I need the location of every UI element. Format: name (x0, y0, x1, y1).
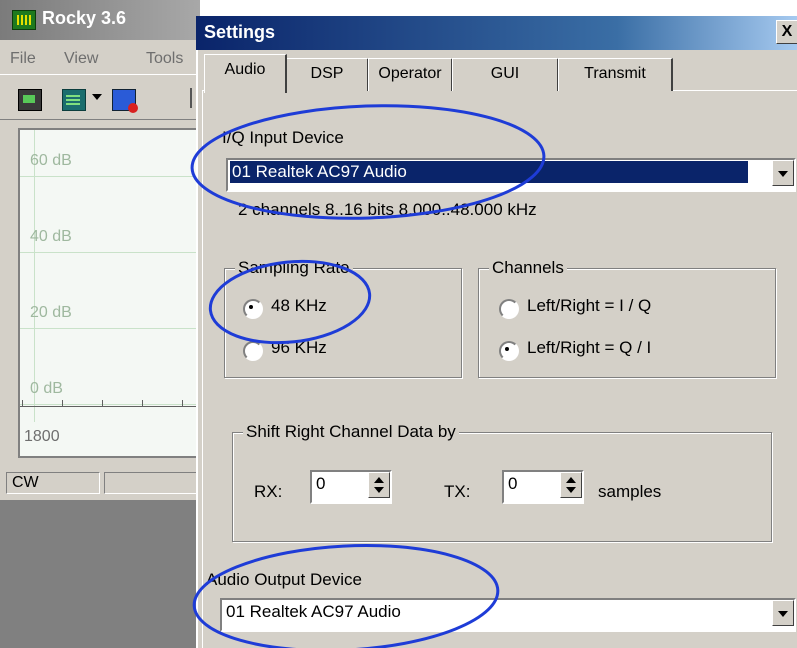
tx-value: 0 (508, 474, 518, 493)
db-label-20: 20 dB (30, 304, 72, 321)
radio-lr-qi-label[interactable]: Left/Right = Q / I (527, 338, 651, 358)
grid-line (20, 252, 202, 253)
axis-tick (102, 400, 103, 407)
settings-title-bar[interactable] (196, 16, 797, 50)
tx-label: TX: (444, 482, 471, 501)
chevron-down-icon[interactable] (772, 600, 794, 626)
db-label-40: 40 dB (30, 228, 72, 245)
chevron-down-icon[interactable] (92, 94, 102, 100)
tab-audio[interactable]: Audio (204, 54, 287, 93)
audio-output-value: 01 Realtek AC97 Audio (226, 602, 401, 621)
audio-output-select[interactable]: 01 Realtek AC97 Audio (220, 598, 796, 632)
iq-input-info: 2 channels 8..16 bits 8.000..48.000 kHz (238, 200, 537, 219)
grid-line (34, 130, 35, 422)
tx-spinner[interactable]: 0 (502, 470, 584, 504)
status-panel (104, 472, 200, 494)
iq-input-select[interactable]: 01 Realtek AC97 Audio (226, 158, 796, 192)
menu-file[interactable]: File (10, 50, 36, 68)
tab-gui[interactable]: GUI (452, 58, 559, 91)
db-label-0: 0 dB (30, 380, 63, 397)
db-label-60: 60 dB (30, 152, 72, 169)
frequency-axis (20, 406, 200, 407)
rocky-menu-bar: File View Tools (0, 40, 200, 74)
settings-title: Settings (204, 22, 276, 42)
menu-tools[interactable]: Tools (146, 50, 183, 68)
iq-input-value: 01 Realtek AC97 Audio (232, 162, 407, 181)
radio-48khz[interactable] (243, 299, 263, 319)
sampling-rate-title: Sampling Rate (235, 258, 353, 278)
rocky-app-icon (12, 10, 36, 30)
close-button[interactable]: X (776, 20, 797, 44)
radio-lr-iq-label[interactable]: Left/Right = I / Q (527, 296, 651, 316)
axis-tick (22, 400, 23, 407)
audio-output-label: Audio Output Device (206, 570, 362, 589)
rocky-title: Rocky 3.6 (42, 8, 127, 28)
spin-arrows-icon[interactable] (560, 472, 582, 498)
mode-value: CW (12, 474, 39, 491)
iq-input-label: I/Q Input Device (222, 128, 344, 147)
start-stop-icon[interactable] (18, 89, 42, 111)
channels-title: Channels (489, 258, 567, 278)
grid-line (20, 176, 202, 177)
rx-label: RX: (254, 482, 283, 501)
waterfall-icon[interactable] (62, 89, 86, 111)
radio-96khz[interactable] (243, 341, 263, 361)
grid-line (20, 328, 202, 329)
samples-label: samples (598, 482, 662, 501)
chevron-down-icon[interactable] (772, 160, 794, 186)
sampling-rate-group: Sampling Rate 48 KHz 96 KHz (224, 258, 462, 378)
axis-tick (182, 400, 183, 407)
radio-lr-iq[interactable] (499, 299, 519, 319)
rx-value: 0 (316, 474, 326, 493)
radio-48khz-label[interactable]: 48 KHz (271, 296, 327, 316)
rocky-lower-area (0, 500, 200, 648)
spin-arrows-icon[interactable] (368, 472, 390, 498)
shift-title: Shift Right Channel Data by (243, 422, 459, 442)
tab-transmit[interactable]: Transmit (558, 58, 673, 91)
axis-tick (62, 400, 63, 407)
spectrum-display[interactable]: 60 dB 40 dB 20 dB 0 dB (18, 128, 202, 458)
radio-96khz-label[interactable]: 96 KHz (271, 338, 327, 358)
channels-group: Channels Left/Right = I / Q Left/Right =… (478, 258, 776, 378)
rx-spinner[interactable]: 0 (310, 470, 392, 504)
radio-lr-qi[interactable] (499, 341, 519, 361)
spectrum-off-icon[interactable] (112, 89, 138, 113)
tab-dsp[interactable]: DSP (286, 58, 369, 91)
grid-line (20, 404, 202, 405)
frequency-label: 1800 (24, 428, 60, 445)
menu-view[interactable]: View (64, 50, 98, 68)
axis-tick (142, 400, 143, 407)
tab-operator[interactable]: Operator (368, 58, 453, 91)
